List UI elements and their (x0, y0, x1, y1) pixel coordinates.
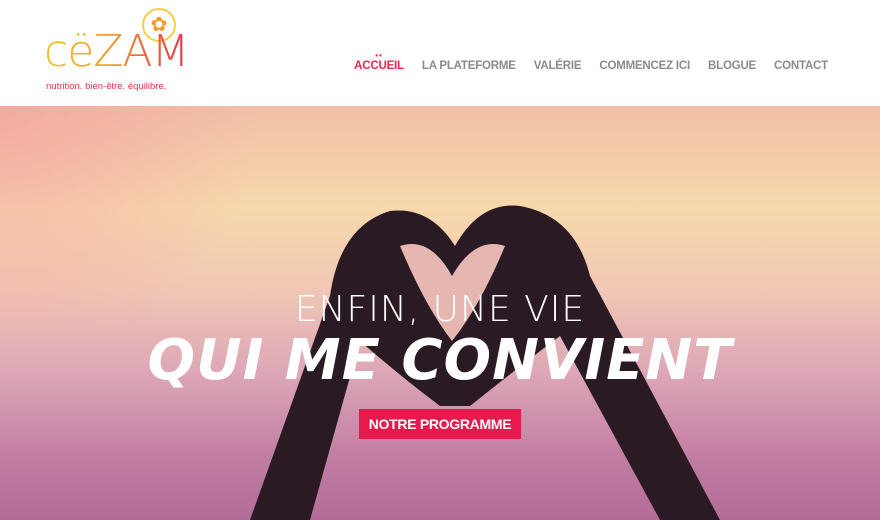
nav-commencez-ici[interactable]: COMMENCEZ ICI (599, 60, 690, 72)
site-header: ✿ cëZAM nutrition. bien-être. équilibre.… (0, 0, 880, 106)
nav-contact[interactable]: CONTACT (774, 60, 828, 72)
main-nav: ACCUEIL LA PLATEFORME VALÉRIE COMMENCEZ … (354, 60, 828, 72)
notre-programme-button[interactable]: NOTRE PROGRAMME (359, 409, 521, 439)
nav-accueil[interactable]: ACCUEIL (354, 60, 404, 72)
logo-tagline: nutrition. bien-être. équilibre. (46, 81, 167, 92)
nav-blogue[interactable]: BLOGUE (708, 60, 756, 72)
hero-title: ENFIN, UNE VIE (294, 289, 586, 330)
nav-valerie[interactable]: VALÉRIE (534, 60, 582, 72)
hero-subtitle: QUI ME CONVIENT (147, 328, 733, 393)
logo-wordmark: cëZAM (44, 26, 189, 77)
nav-la-plateforme[interactable]: LA PLATEFORME (422, 60, 516, 72)
logo[interactable]: ✿ cëZAM nutrition. bien-être. équilibre. (44, 8, 189, 93)
hero-banner: ENFIN, UNE VIE QUI ME CONVIENT NOTRE PRO… (0, 106, 880, 520)
